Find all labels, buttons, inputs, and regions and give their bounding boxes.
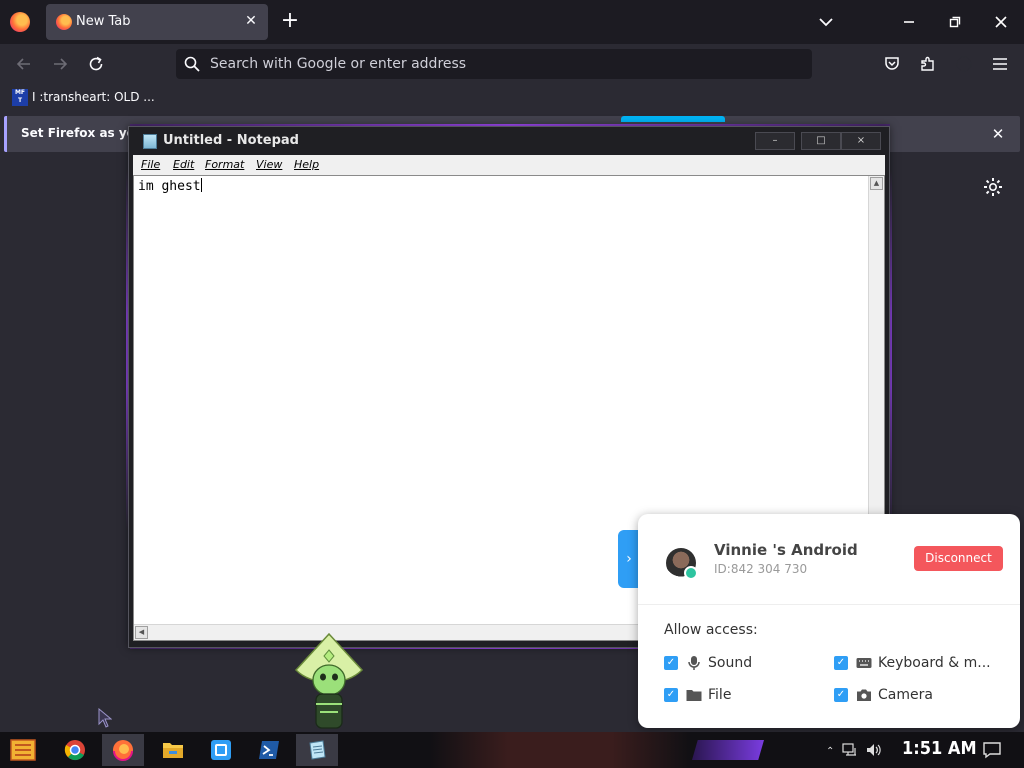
bookmarks-toolbar: MF T I :transheart: OLD ... bbox=[0, 84, 1024, 112]
notepad-minimize-button[interactable]: – bbox=[755, 132, 795, 150]
camera-icon bbox=[856, 687, 872, 703]
panel-collapse-tab[interactable]: › bbox=[618, 530, 640, 588]
new-tab-button[interactable]: + bbox=[278, 10, 302, 34]
volume-icon[interactable] bbox=[866, 742, 882, 761]
option-camera[interactable]: ✓ Camera bbox=[834, 686, 933, 704]
pocket-icon[interactable] bbox=[880, 52, 904, 76]
microphone-icon bbox=[686, 655, 702, 671]
notepad-taskbar-icon[interactable] bbox=[296, 734, 338, 766]
folder-icon bbox=[686, 687, 702, 703]
option-label: Sound bbox=[708, 655, 753, 671]
checkbox-checked-icon[interactable]: ✓ bbox=[664, 688, 678, 702]
divider bbox=[638, 604, 1020, 605]
notepad-titlebar[interactable]: Untitled - Notepad – □ × bbox=[129, 127, 889, 155]
notification-button-edge[interactable] bbox=[621, 116, 725, 122]
notification-close-icon[interactable]: ✕ bbox=[988, 124, 1008, 144]
notepad-icon bbox=[143, 134, 157, 149]
hamburger-menu-icon[interactable] bbox=[988, 52, 1012, 76]
notification-text: Set Firefox as yo bbox=[21, 126, 135, 140]
firefox-favicon-icon bbox=[56, 14, 72, 30]
text-caret bbox=[200, 178, 202, 192]
window-restore-button[interactable] bbox=[932, 0, 978, 44]
tab-bar: New Tab ✕ + bbox=[0, 0, 1024, 44]
checkbox-checked-icon[interactable]: ✓ bbox=[664, 656, 678, 670]
device-badge-icon bbox=[684, 566, 698, 580]
notepad-close-button[interactable]: × bbox=[841, 132, 881, 150]
address-bar[interactable] bbox=[176, 49, 812, 79]
notepad-maximize-button[interactable]: □ bbox=[801, 132, 841, 150]
extensions-icon[interactable] bbox=[916, 52, 940, 76]
tray-overflow-icon[interactable]: ⌃ bbox=[826, 746, 834, 757]
remote-app-icon[interactable] bbox=[200, 734, 242, 766]
scroll-left-arrow-icon[interactable]: ◀ bbox=[135, 626, 148, 639]
address-input[interactable] bbox=[210, 49, 800, 79]
powershell-icon[interactable] bbox=[248, 734, 290, 766]
menu-edit[interactable]: Edit bbox=[173, 158, 194, 171]
start-logo-icon[interactable] bbox=[2, 734, 44, 766]
remote-connection-panel: Vinnie 's Android ID:842 304 730 Disconn… bbox=[638, 514, 1020, 728]
menu-format[interactable]: Format bbox=[205, 158, 244, 171]
chevron-down-icon[interactable] bbox=[816, 12, 836, 32]
device-name: Vinnie 's Android bbox=[714, 541, 858, 559]
window-minimize-button[interactable] bbox=[886, 0, 932, 44]
taskbar-clock[interactable]: 1:51 AM bbox=[902, 738, 977, 759]
bookmark-item[interactable]: I :transheart: OLD ... bbox=[32, 90, 155, 104]
option-label: File bbox=[708, 687, 732, 703]
notepad-menubar: File Edit Format View Help bbox=[133, 155, 885, 175]
taskbar-wallpaper-decoration bbox=[430, 732, 690, 768]
menu-help[interactable]: Help bbox=[294, 158, 319, 171]
tab-title: New Tab bbox=[76, 14, 131, 29]
checkbox-checked-icon[interactable]: ✓ bbox=[834, 656, 848, 670]
forward-arrow-icon[interactable] bbox=[48, 52, 72, 76]
back-arrow-icon[interactable] bbox=[12, 52, 36, 76]
firefox-icon[interactable] bbox=[102, 734, 144, 766]
taskbar-purple-decoration bbox=[692, 740, 764, 760]
reload-icon[interactable] bbox=[84, 52, 108, 76]
notification-center-icon[interactable] bbox=[982, 740, 1002, 760]
chrome-icon[interactable] bbox=[54, 734, 96, 766]
device-id: ID:842 304 730 bbox=[714, 562, 808, 576]
gear-icon[interactable] bbox=[982, 176, 1004, 198]
network-icon[interactable] bbox=[842, 742, 858, 761]
menu-file[interactable]: File bbox=[141, 158, 160, 171]
keyboard-icon bbox=[856, 655, 872, 671]
window-close-button[interactable] bbox=[978, 0, 1024, 44]
tab-new-tab[interactable]: New Tab ✕ bbox=[46, 4, 268, 40]
taskbar: ⌃ 1:51 AM bbox=[0, 732, 1024, 768]
option-label: Camera bbox=[878, 687, 933, 703]
allow-access-label: Allow access: bbox=[664, 622, 758, 638]
system-tray: ⌃ bbox=[826, 742, 892, 760]
menu-view[interactable]: View bbox=[256, 158, 282, 171]
bookmark-favicon-icon: MF T bbox=[12, 89, 28, 106]
disconnect-button[interactable]: Disconnect bbox=[914, 546, 1003, 571]
option-label: Keyboard & m... bbox=[878, 655, 991, 671]
scroll-up-arrow-icon[interactable]: ▲ bbox=[870, 177, 883, 190]
notepad-text: im ghest bbox=[138, 179, 201, 194]
search-icon bbox=[184, 56, 200, 72]
checkbox-checked-icon[interactable]: ✓ bbox=[834, 688, 848, 702]
desktop-character-sticker bbox=[290, 632, 368, 732]
tab-close-icon[interactable]: ✕ bbox=[242, 12, 260, 30]
firefox-view-icon[interactable] bbox=[10, 12, 30, 32]
account-icon[interactable] bbox=[952, 52, 976, 76]
notepad-title: Untitled - Notepad bbox=[163, 133, 299, 148]
option-file[interactable]: ✓ File bbox=[664, 686, 731, 704]
mouse-pointer-icon bbox=[98, 707, 113, 728]
notepad-text-content: im ghest bbox=[138, 178, 202, 194]
option-sound[interactable]: ✓ Sound bbox=[664, 654, 752, 672]
file-explorer-icon[interactable] bbox=[152, 734, 194, 766]
option-keyboard-mouse[interactable]: ✓ Keyboard & m... bbox=[834, 654, 991, 672]
